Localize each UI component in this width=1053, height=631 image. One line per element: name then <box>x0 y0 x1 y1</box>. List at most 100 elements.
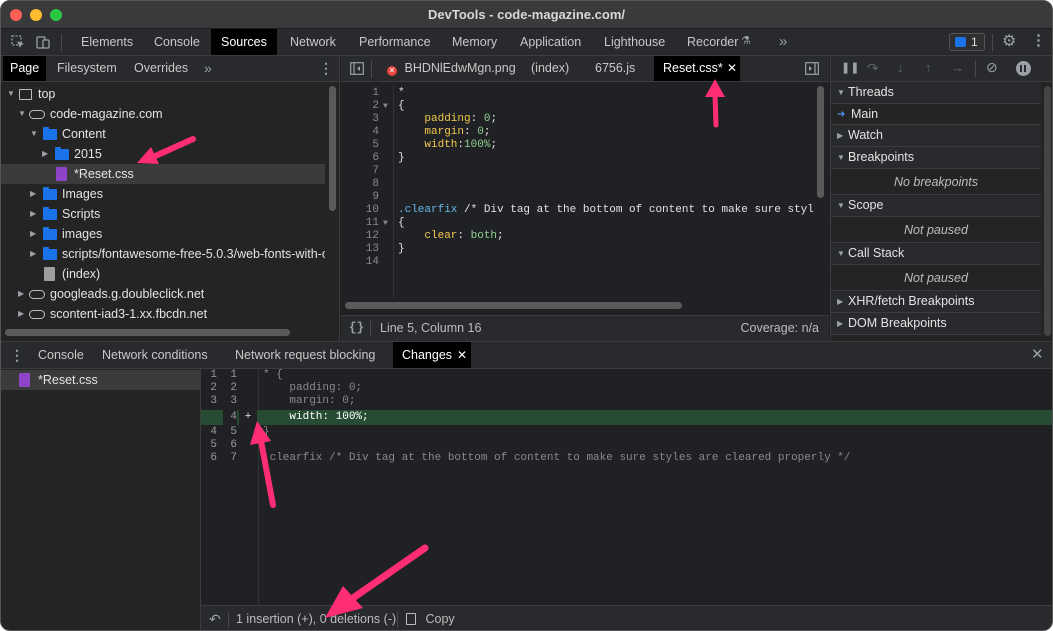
editor-horizontal-scrollbar[interactable] <box>345 302 682 309</box>
tree-item-images[interactable]: ▶ Images <box>1 184 325 204</box>
deactivate-breakpoints-icon[interactable]: ⊘ <box>986 60 998 74</box>
navigator-menu-icon[interactable]: ⋮ <box>319 61 333 75</box>
tree-item-reset-css[interactable]: *Reset.css <box>1 164 325 184</box>
step-over-icon[interactable]: ↷ <box>867 61 879 75</box>
line-number: 12 <box>365 230 379 242</box>
collapse-triangle-icon: ▶ <box>30 229 37 238</box>
tab-bhdnl-png[interactable]: ✕ BHDNlEdwMgn.png <box>379 56 524 81</box>
no-breakpoints-message: No breakpoints <box>831 169 1041 195</box>
tree-item-index[interactable]: (index) <box>1 264 325 284</box>
line-number: 4 <box>372 126 379 138</box>
drawer-tab-network-conditions[interactable]: Network conditions <box>93 342 217 368</box>
copy-icon <box>406 613 416 625</box>
tab-page[interactable]: Page <box>3 56 47 81</box>
tree-item-code-magazine[interactable]: ▼ code-magazine.com <box>1 104 325 124</box>
section-scope[interactable]: ▼ Scope <box>831 195 1041 217</box>
issues-button[interactable]: 1 <box>949 33 985 51</box>
pause-on-exceptions-icon[interactable] <box>1016 61 1031 76</box>
customize-menu-icon[interactable]: ⋮ <box>1031 33 1046 48</box>
diff-line-added: 4 + width: 100%; <box>201 410 1052 425</box>
tab-elements[interactable]: Elements <box>71 29 143 55</box>
close-tab-icon[interactable]: ✕ <box>727 56 737 81</box>
tree-item-fbcdn[interactable]: ▶ scontent-iad3-1.xx.fbcdn.net <box>1 304 325 324</box>
window-title: DevTools - code-magazine.com/ <box>428 7 625 22</box>
tab-filesystem[interactable]: Filesystem <box>50 56 124 81</box>
tab-recorder[interactable]: Recorder <box>677 29 748 55</box>
tab-application[interactable]: Application <box>510 29 591 55</box>
tree-item-label: Content <box>62 127 106 141</box>
tree-item-label: top <box>38 87 56 101</box>
tree-item-content[interactable]: ▼ Content <box>1 124 325 144</box>
tab-overrides[interactable]: Overrides <box>127 56 195 81</box>
error-icon: ✕ <box>387 66 397 76</box>
copy-button[interactable]: Copy <box>406 606 455 630</box>
more-tabs-icon[interactable]: » <box>779 34 787 49</box>
more-navigator-tabs-icon[interactable]: » <box>204 61 212 75</box>
line-number: 13 <box>365 243 379 255</box>
navigator-horizontal-scrollbar[interactable] <box>5 329 290 336</box>
step-into-icon[interactable]: ↓ <box>897 61 904 74</box>
thread-main[interactable]: ➜ Main <box>831 104 1041 125</box>
navigator-vertical-scrollbar[interactable] <box>329 86 336 211</box>
collapse-triangle-icon: ▶ <box>837 319 844 328</box>
tab-sources[interactable]: Sources <box>211 29 277 55</box>
pretty-print-icon[interactable]: {} <box>349 316 364 341</box>
tree-item-2015[interactable]: ▶ 2015 <box>1 144 325 164</box>
folder-icon <box>43 207 57 220</box>
line-number: 14 <box>365 256 379 268</box>
editor-vertical-scrollbar[interactable] <box>817 86 824 198</box>
pause-icon[interactable]: ❚❚ <box>841 63 859 74</box>
tree-item-top[interactable]: ▼ top <box>1 84 325 104</box>
sidebar-vertical-scrollbar[interactable] <box>1044 86 1051 336</box>
tab-6756-js[interactable]: 6756.js <box>585 56 645 81</box>
close-drawer-icon[interactable]: ✕ <box>1031 347 1044 362</box>
drawer-tab-console[interactable]: Console <box>29 342 93 368</box>
css-file-icon <box>19 373 30 387</box>
diff-line: 56 <box>210 439 237 451</box>
tab-console[interactable]: Console <box>144 29 210 55</box>
tree-item-scripts[interactable]: ▶ Scripts <box>1 204 325 224</box>
tab-memory[interactable]: Memory <box>442 29 507 55</box>
code-line: margin: 0; <box>398 126 491 138</box>
tree-item-fontawesome[interactable]: ▶ scripts/fontawesome-free-5.0.3/web-fon… <box>1 244 325 264</box>
tab-reset-css[interactable]: Reset.css* ✕ <box>654 56 740 81</box>
tab-index[interactable]: (index) <box>521 56 579 81</box>
section-title: Scope <box>848 198 884 212</box>
collapse-triangle-icon: ▶ <box>30 249 37 258</box>
drawer-tab-request-blocking[interactable]: Network request blocking <box>226 342 384 368</box>
drawer-tab-changes[interactable]: Changes ✕ <box>393 342 471 368</box>
folder-icon <box>43 187 57 200</box>
tab-performance[interactable]: Performance <box>349 29 441 55</box>
section-dom-breakpoints[interactable]: ▶ DOM Breakpoints <box>831 313 1041 335</box>
section-call-stack[interactable]: ▼ Call Stack <box>831 243 1041 265</box>
section-watch[interactable]: ▶ Watch <box>831 125 1041 147</box>
line-number: 3 <box>372 113 379 125</box>
editor-status-bar: {} Line 5, Column 16 Coverage: n/a <box>341 315 829 341</box>
tab-lighthouse[interactable]: Lighthouse <box>594 29 675 55</box>
device-toolbar-icon[interactable] <box>36 35 50 51</box>
section-threads[interactable]: ▼ Threads <box>831 82 1041 104</box>
thread-label: Main <box>851 107 879 121</box>
cloud-icon <box>29 110 45 119</box>
inspect-element-icon[interactable] <box>11 35 25 51</box>
code-line: { <box>398 217 405 229</box>
fold-marker-icon[interactable]: ▼ <box>383 100 388 113</box>
cursor-position: Line 5, Column 16 <box>380 321 482 335</box>
toggle-navigator-icon[interactable] <box>350 62 364 77</box>
section-breakpoints[interactable]: ▼ Breakpoints <box>831 147 1041 169</box>
step-icon[interactable]: → <box>951 61 964 74</box>
settings-gear-icon[interactable]: ⚙ <box>1002 34 1016 50</box>
collapse-triangle-icon: ▶ <box>18 309 25 318</box>
drawer-menu-icon[interactable]: ⋮ <box>10 348 24 362</box>
close-tab-icon[interactable]: ✕ <box>457 342 467 368</box>
copy-label: Copy <box>425 612 455 626</box>
changed-file-item[interactable]: *Reset.css <box>1 370 200 390</box>
step-out-icon[interactable]: ↑ <box>925 61 932 74</box>
fold-marker-icon[interactable]: ▼ <box>383 217 388 230</box>
toggle-debugger-icon[interactable] <box>805 62 819 77</box>
revert-icon[interactable]: ↶ <box>209 612 221 626</box>
tree-item-images-lower[interactable]: ▶ images <box>1 224 325 244</box>
tab-network[interactable]: Network <box>280 29 346 55</box>
tree-item-doubleclick[interactable]: ▶ googleads.g.doubleclick.net <box>1 284 325 304</box>
section-xhr-breakpoints[interactable]: ▶ XHR/fetch Breakpoints <box>831 291 1041 313</box>
